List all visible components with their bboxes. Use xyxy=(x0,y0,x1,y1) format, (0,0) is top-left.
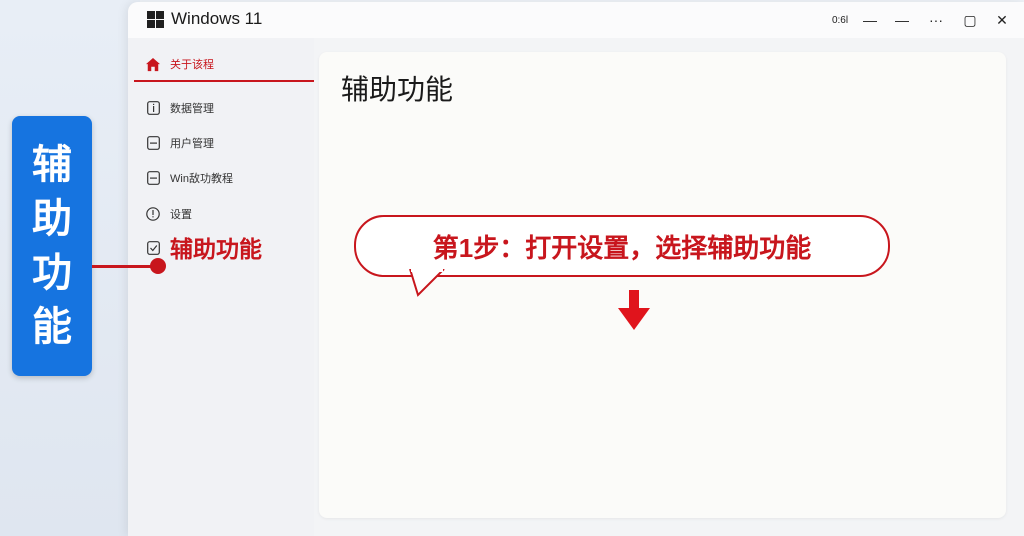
separator-button[interactable]: — xyxy=(892,10,912,30)
side-label-char: 功 xyxy=(32,251,72,295)
sidebar-item-users[interactable]: 用户管理 xyxy=(136,129,312,157)
sidebar-item-settings[interactable]: 设置 xyxy=(136,200,312,228)
more-button[interactable]: ··· xyxy=(926,10,946,30)
page-title: 辅助功能 xyxy=(341,74,454,105)
active-indicator xyxy=(134,80,314,82)
pointer-label: 辅助功能 xyxy=(170,236,262,262)
sidebar-item-label: 关于该程 xyxy=(170,59,214,71)
alert-circle-icon xyxy=(146,207,160,221)
minimize-button[interactable]: — xyxy=(860,10,880,30)
side-label-char: 能 xyxy=(32,305,72,349)
callout-text: 第1步：打开设置，选择辅助功能 xyxy=(432,232,812,263)
maximize-button[interactable]: ▢ xyxy=(960,10,980,30)
sidebar-item-label: 设置 xyxy=(170,209,192,221)
settings-window: Windows 11 0:6l — — ··· ▢ ✕ 关于该程 数据管理 用户… xyxy=(128,2,1024,536)
check-box-icon xyxy=(146,241,160,255)
home-icon xyxy=(146,57,160,71)
sidebar-item-label: 数据管理 xyxy=(170,103,214,115)
pointer-dot xyxy=(150,258,166,274)
minus-box-icon xyxy=(146,136,160,150)
status-indicator: 0:6l xyxy=(831,14,849,26)
callout-tail-icon xyxy=(409,269,445,297)
accessibility-side-label: 辅 助 功 能 xyxy=(12,116,92,376)
side-label-char: 助 xyxy=(32,197,72,241)
sidebar-item-win-tutorial[interactable]: Win敌功教程 xyxy=(136,164,312,192)
minus-box-icon xyxy=(146,171,160,185)
pointer-line xyxy=(92,265,158,268)
sidebar-item-label: Win敌功教程 xyxy=(170,173,233,185)
main-content: 辅助功能 第1步：打开设置，选择辅助功能 xyxy=(319,52,1006,518)
close-button[interactable]: ✕ xyxy=(992,10,1012,30)
info-icon xyxy=(146,101,160,115)
sidebar: 关于该程 数据管理 用户管理 Win敌功教程 设置 xyxy=(128,38,314,536)
callout-bubble: 第1步：打开设置，选择辅助功能 xyxy=(354,215,890,297)
arrow-down-icon xyxy=(618,290,650,330)
side-label-char: 辅 xyxy=(32,143,72,187)
sidebar-item-data[interactable]: 数据管理 xyxy=(136,94,312,122)
sidebar-item-label: 用户管理 xyxy=(170,138,214,150)
sidebar-item-about[interactable]: 关于该程 xyxy=(136,50,312,78)
title-bar: Windows 11 0:6l — — ··· ▢ ✕ xyxy=(128,2,1024,38)
windows-logo-icon xyxy=(147,11,164,28)
window-title: Windows 11 xyxy=(171,9,263,28)
